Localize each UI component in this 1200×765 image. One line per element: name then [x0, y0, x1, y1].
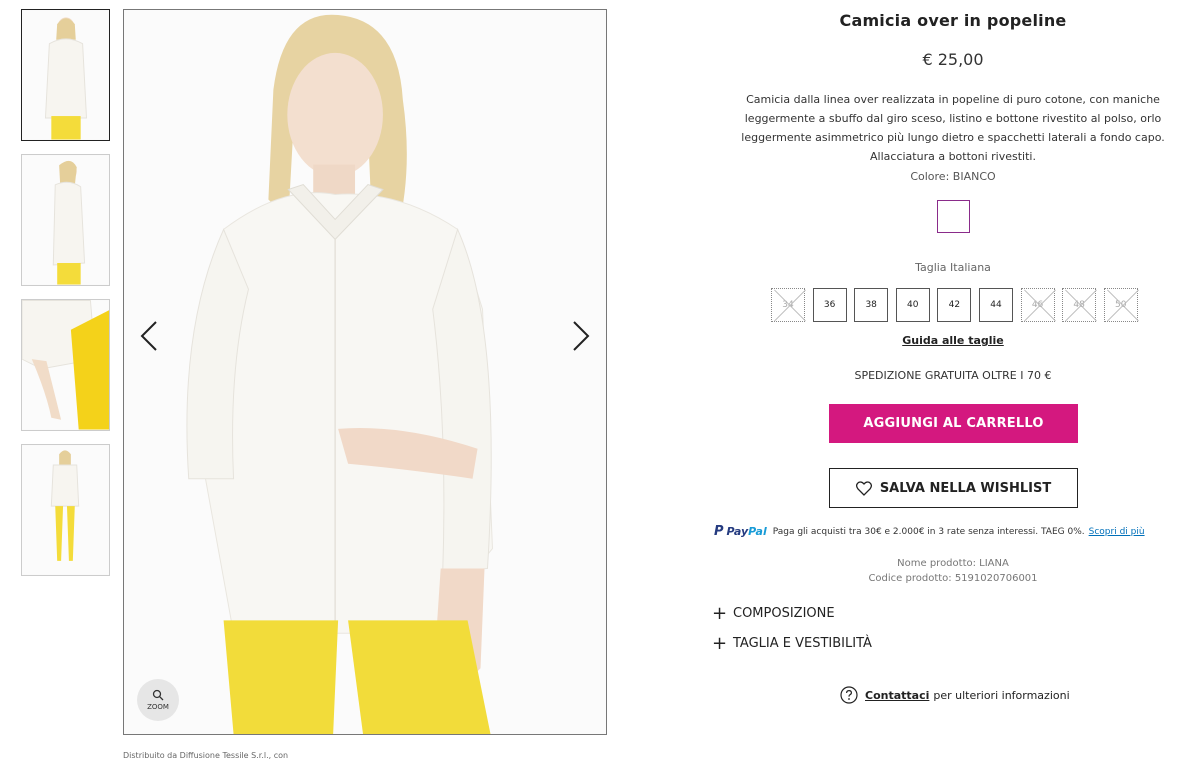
zoom-label: ZOOM — [147, 703, 169, 711]
size-selector: 34 36 38 40 42 44 46 48 50 — [771, 288, 1145, 322]
wishlist-label: SALVA NELLA WISHLIST — [879, 480, 1052, 496]
paypal-text: Paga gli acquisti tra 30€ e 2.000€ in 3 … — [772, 526, 1085, 537]
next-image-arrow[interactable] — [564, 318, 594, 354]
help-icon — [840, 686, 858, 704]
distributor-note: Distribuito da Diffusione Tessile S.r.l.… — [123, 751, 289, 760]
paypal-wordmark-pal: Pal — [748, 525, 767, 538]
size-guide: Guida alle taglie — [706, 334, 1200, 347]
color-swatch-bianco[interactable] — [937, 200, 970, 233]
color-label: Colore: BIANCO — [910, 170, 996, 183]
paypal-logo: P PayPal — [714, 524, 767, 539]
product-details-panel: Camicia over in popeline € 25,00 Camicia… — [706, 0, 1200, 765]
thumbnail-image — [22, 300, 109, 430]
size-option[interactable]: 42 — [937, 288, 972, 322]
product-photo — [124, 10, 606, 734]
thumbnail-image — [22, 445, 109, 575]
contact-link[interactable]: Contattaci — [865, 689, 929, 702]
size-option[interactable]: 36 — [812, 288, 847, 322]
accordion-composizione[interactable]: + COMPOSIZIONE — [712, 603, 835, 624]
shipping-info: SPEDIZIONE GRATUITA OLTRE I 70 € — [854, 369, 1052, 382]
accordion-label: TAGLIA E VESTIBILITÀ — [733, 636, 872, 651]
paypal-icon: P — [714, 524, 724, 539]
add-to-cart-button[interactable]: AGGIUNGI AL CARRELLO — [829, 404, 1078, 443]
size-option[interactable]: 46 — [1020, 288, 1055, 322]
size-option[interactable]: 50 — [1103, 288, 1138, 322]
thumbnail-front[interactable] — [21, 9, 110, 141]
thumbnail-list — [21, 9, 110, 589]
size-option[interactable]: 34 — [771, 288, 805, 322]
thumbnail-side[interactable] — [21, 154, 110, 286]
thumbnail-image — [22, 10, 109, 140]
contact-info: Contattaci per ulteriori informazioni — [840, 686, 1070, 704]
wishlist-button[interactable]: SALVA NELLA WISHLIST — [829, 468, 1078, 508]
size-guide-link[interactable]: Guida alle taglie — [902, 334, 1004, 347]
zoom-button[interactable]: ZOOM — [137, 679, 179, 721]
size-option[interactable]: 40 — [895, 288, 930, 322]
magnifier-icon — [152, 689, 164, 701]
size-option[interactable]: 44 — [978, 288, 1013, 322]
thumbnail-full[interactable] — [21, 444, 110, 576]
thumbnail-detail[interactable] — [21, 299, 110, 431]
product-price: € 25,00 — [922, 50, 984, 69]
paypal-learn-more-link[interactable]: Scopri di più — [1089, 527, 1145, 537]
size-option[interactable]: 38 — [854, 288, 889, 322]
contact-text: per ulteriori informazioni — [933, 688, 1070, 702]
product-code: Codice prodotto: 5191020706001 — [868, 573, 1038, 584]
paypal-wordmark-pay: Pay — [726, 525, 749, 538]
plus-icon: + — [712, 633, 728, 654]
thumbnail-image — [22, 155, 109, 285]
plus-icon: + — [712, 603, 728, 624]
product-description: Camicia dalla linea over realizzata in p… — [741, 93, 1165, 163]
size-label: Taglia Italiana — [915, 261, 991, 274]
heart-icon — [855, 480, 872, 496]
accordion-taglia-vestibilita[interactable]: + TAGLIA E VESTIBILITÀ — [712, 633, 872, 654]
previous-image-arrow[interactable] — [136, 318, 166, 354]
product-name: Nome prodotto: LIANA — [897, 558, 1009, 569]
main-product-image[interactable]: ZOOM — [123, 9, 607, 735]
size-option[interactable]: 48 — [1062, 288, 1097, 322]
accordion-label: COMPOSIZIONE — [733, 606, 835, 621]
paypal-banner: P PayPal Paga gli acquisti tra 30€ e 2.0… — [714, 524, 1145, 539]
product-title: Camicia over in popeline — [839, 11, 1067, 30]
